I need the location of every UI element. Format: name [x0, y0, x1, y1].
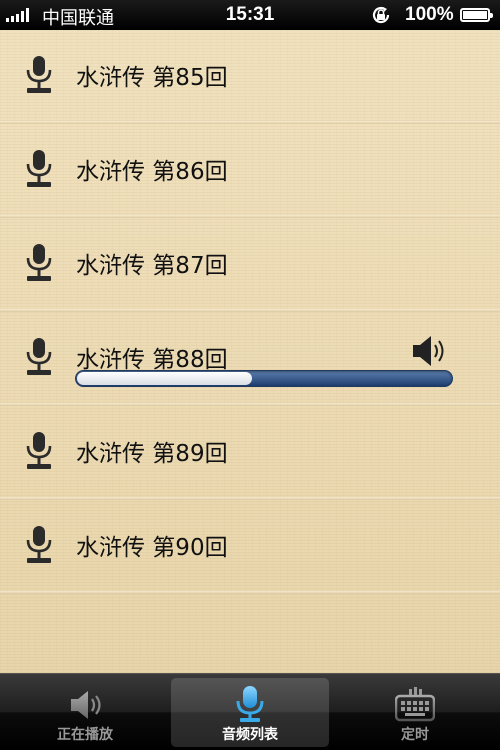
keypad-timer-icon	[395, 687, 435, 722]
rotation-lock-icon	[372, 6, 390, 24]
audio-list: 水浒传 第85回 水浒传 第86回 水浒传 第87回 水浒传 第88回 水浒传 第89回…	[0, 30, 500, 673]
battery-icon	[460, 8, 493, 22]
microphone-icon	[24, 244, 54, 284]
list-item[interactable]: 水浒传 第90回	[0, 500, 500, 594]
playback-progress-fill	[77, 372, 252, 385]
list-item[interactable]: 水浒传 第85回	[0, 30, 500, 124]
tab-label: 音频列表	[222, 727, 278, 743]
microphone-icon	[24, 150, 54, 190]
tab-label: 定时	[401, 727, 429, 743]
tab-now-playing[interactable]: 正在播放	[6, 678, 164, 747]
tab-timer[interactable]: 定时	[336, 678, 494, 747]
microphone-icon	[24, 432, 54, 472]
microphone-icon	[236, 686, 264, 722]
list-item[interactable]: 水浒传 第86回	[0, 124, 500, 218]
list-item-title: 水浒传 第88回	[76, 347, 228, 373]
list-item-title: 水浒传 第85回	[76, 65, 228, 91]
tab-bar: 正在播放 音频列表 定时	[0, 673, 500, 750]
now-playing-speaker-icon	[410, 334, 446, 368]
playback-progress-bar[interactable]	[75, 370, 453, 387]
tab-label: 正在播放	[57, 727, 113, 743]
tab-audio-list[interactable]: 音频列表	[171, 678, 329, 747]
list-item-title: 水浒传 第86回	[76, 159, 228, 185]
list-item-title: 水浒传 第87回	[76, 253, 228, 279]
list-item[interactable]: 水浒传 第87回	[0, 218, 500, 312]
list-item[interactable]: 水浒传 第89回	[0, 406, 500, 500]
status-bar: 中国联通 15:31 100%	[0, 0, 500, 30]
microphone-icon	[24, 56, 54, 96]
list-item-title: 水浒传 第89回	[76, 441, 228, 467]
list-item-title: 水浒传 第90回	[76, 535, 228, 561]
speaker-icon	[71, 691, 101, 719]
microphone-icon	[24, 338, 54, 378]
list-item[interactable]: 水浒传 第88回	[0, 312, 500, 406]
battery-percentage: 100%	[405, 4, 454, 25]
microphone-icon	[24, 526, 54, 566]
